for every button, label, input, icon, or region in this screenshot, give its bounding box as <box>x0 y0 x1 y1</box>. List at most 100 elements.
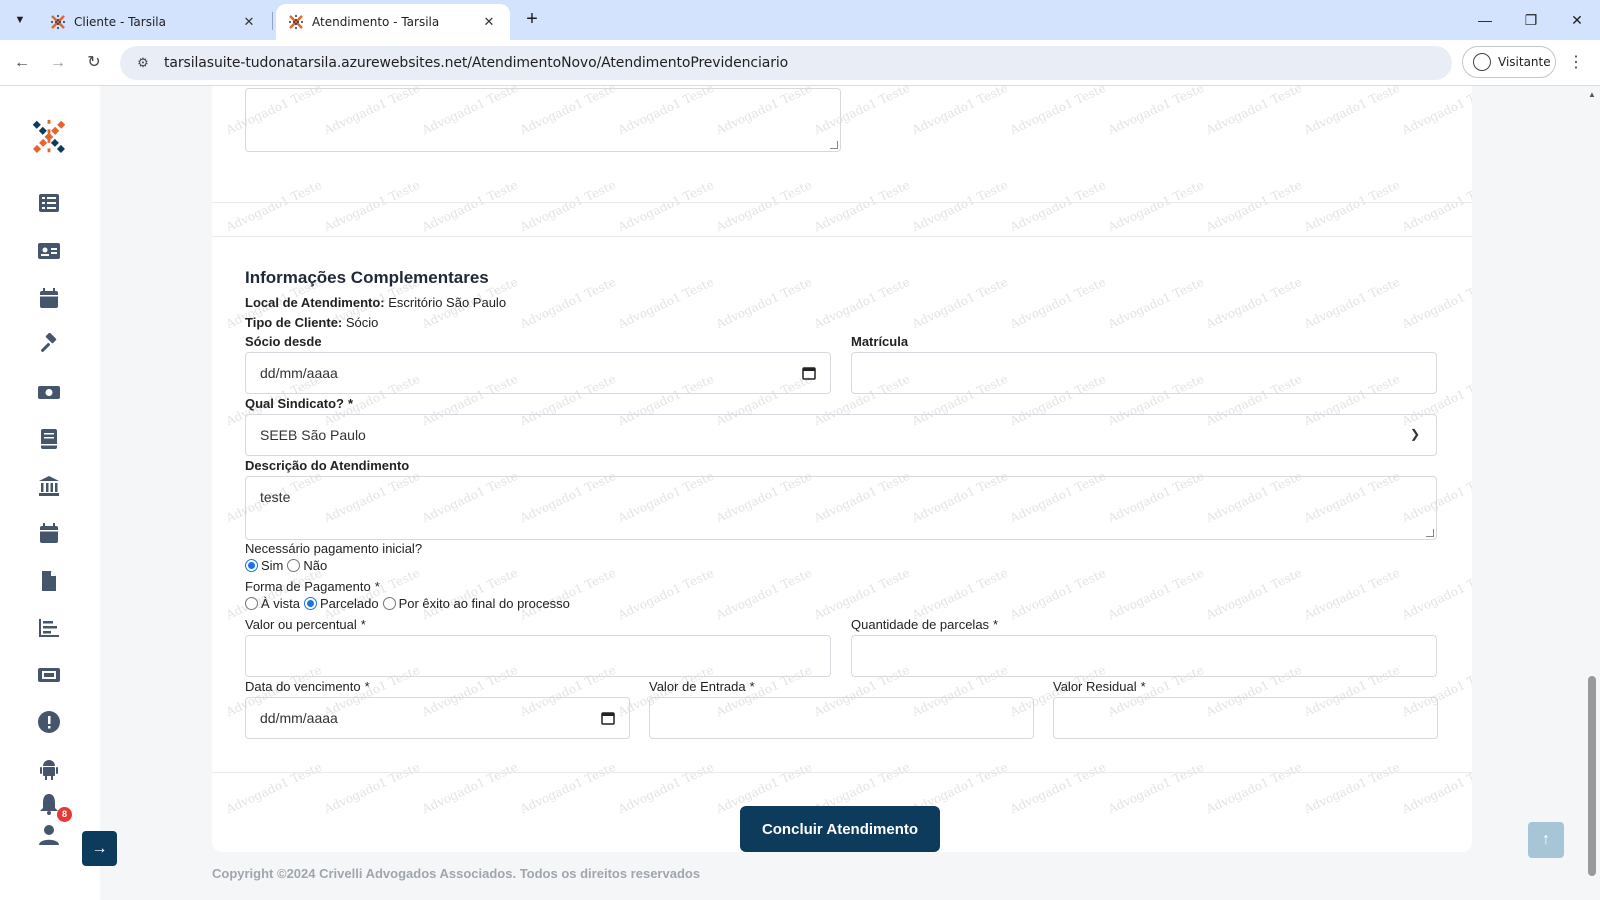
entrada-label: Valor de Entrada * <box>649 679 755 694</box>
watermark-text: Advogado1 Teste <box>1399 759 1472 817</box>
scroll-up-icon[interactable]: ▲ <box>1588 90 1596 99</box>
reload-icon[interactable]: ↻ <box>80 49 108 77</box>
close-tab-icon[interactable]: ✕ <box>240 15 258 30</box>
tab-title: Atendimento - Tarsila <box>312 15 440 29</box>
profile-button[interactable]: Visitante <box>1462 46 1556 78</box>
watermark-text: Advogado1 Teste <box>713 177 814 235</box>
new-tab-icon[interactable]: + <box>520 8 544 32</box>
alert-icon[interactable] <box>36 709 62 735</box>
tab-cliente[interactable]: Cliente - Tarsila ✕ <box>38 4 270 40</box>
notification-badge: 8 <box>57 807 72 822</box>
watermark-text: Advogado1 Teste <box>223 565 324 623</box>
watermark-text: Advogado1 Teste <box>1007 177 1108 235</box>
close-tab-icon[interactable]: ✕ <box>480 15 498 30</box>
watermark-text: Advogado1 Teste <box>419 565 520 623</box>
minimize-icon[interactable]: — <box>1470 8 1500 32</box>
book-icon[interactable] <box>36 426 62 452</box>
browser-tab-bar: ▼ Cliente - Tarsila ✕ Atendimento - Tars… <box>0 0 1600 40</box>
forma-pagamento-options: À vista Parcelado Por êxito ao final do … <box>245 596 574 611</box>
tarsila-favicon-icon <box>51 15 65 29</box>
sindicato-select[interactable]: SEEB São Paulo ❯ <box>245 414 1437 456</box>
radio-sim[interactable] <box>245 559 258 572</box>
form-card: Advogado1 Teste Advogado1 Teste Advogado1 … <box>212 86 1472 852</box>
forward-icon[interactable]: → <box>44 49 72 77</box>
resize-grip-icon <box>830 141 838 149</box>
ticket-icon[interactable] <box>36 662 62 688</box>
watermark-text: Advogado1 Teste <box>321 565 422 623</box>
radio-sim-label[interactable]: Sim <box>261 558 283 573</box>
vencimento-label-text: Data do vencimento <box>245 679 361 694</box>
socio-desde-date-input[interactable]: dd/mm/aaaa <box>245 352 831 394</box>
watermark-text: Advogado1 Teste <box>615 274 716 332</box>
calendar-icon[interactable] <box>36 285 62 311</box>
watermark-text: Advogado1 Teste <box>909 274 1010 332</box>
back-to-top-button[interactable]: ↑ <box>1528 822 1564 858</box>
local-value: Escritório São Paulo <box>388 295 507 310</box>
watermark-text: Advogado1 Teste <box>1105 86 1206 138</box>
radio-parcelado[interactable] <box>304 597 318 610</box>
watermark-text: Advogado1 Teste <box>713 274 814 332</box>
android-icon[interactable] <box>36 756 62 782</box>
date-placeholder: dd/mm/aaaa <box>260 365 338 381</box>
tab-atendimento[interactable]: Atendimento - Tarsila ✕ <box>276 4 510 40</box>
vencimento-date-input[interactable]: dd/mm/aaaa <box>245 697 630 739</box>
required-mark: * <box>360 617 366 632</box>
required-mark: * <box>347 396 354 411</box>
back-icon[interactable]: ← <box>8 49 36 77</box>
entrada-label-text: Valor de Entrada <box>649 679 746 694</box>
tarsila-logo[interactable] <box>30 118 68 156</box>
calendar-alt-icon[interactable] <box>36 520 62 546</box>
watermark-text: Advogado1 Teste <box>1301 274 1402 332</box>
calendar-picker-icon[interactable] <box>802 366 816 380</box>
section-title: Informações Complementares <box>245 268 489 287</box>
radio-por-exito[interactable] <box>382 597 396 610</box>
concluir-atendimento-button[interactable]: Concluir Atendimento <box>740 806 940 852</box>
watermark-text: Advogado1 Teste <box>1105 274 1206 332</box>
radio-por-exito-label[interactable]: Por êxito ao final do processo <box>399 596 570 611</box>
radio-a-vista[interactable] <box>245 597 258 610</box>
expand-sidebar-button[interactable]: → <box>82 831 117 866</box>
bank-icon[interactable] <box>36 473 62 499</box>
radio-nao-label[interactable]: Não <box>303 558 327 573</box>
watermark-text: Advogado1 Teste <box>909 177 1010 235</box>
user-icon[interactable] <box>36 822 62 848</box>
list-icon[interactable] <box>36 190 62 216</box>
page-scrollbar[interactable]: ▲ <box>1584 86 1600 900</box>
money-icon[interactable] <box>36 379 62 405</box>
valor-input[interactable] <box>245 635 831 677</box>
tab-search-chevron-icon[interactable]: ▼ <box>8 8 32 32</box>
descricao-textarea[interactable]: teste <box>245 476 1437 540</box>
browser-menu-icon[interactable]: ⋮ <box>1566 49 1586 77</box>
resize-grip-icon <box>1426 529 1434 537</box>
restore-icon[interactable]: ❐ <box>1516 8 1546 32</box>
radio-parcelado-label[interactable]: Parcelado <box>320 596 379 611</box>
gavel-icon[interactable] <box>36 332 62 358</box>
tipo-value: Sócio <box>345 315 379 330</box>
file-icon[interactable] <box>36 568 62 594</box>
parcelas-input[interactable] <box>851 635 1437 677</box>
watermark-text: Advogado1 Teste <box>1399 274 1472 332</box>
matricula-input[interactable] <box>851 352 1437 394</box>
id-card-icon[interactable] <box>36 238 62 264</box>
required-mark: * <box>1140 679 1146 694</box>
chart-icon[interactable] <box>36 615 62 641</box>
site-info-icon[interactable]: ⚙ <box>128 55 158 71</box>
entrada-input[interactable] <box>649 697 1034 739</box>
residual-input[interactable] <box>1053 697 1438 739</box>
required-mark: * <box>364 679 370 694</box>
scroll-thumb[interactable] <box>1588 676 1596 876</box>
date-placeholder: dd/mm/aaaa <box>260 710 338 726</box>
radio-nao[interactable] <box>287 559 301 572</box>
watermark-text: Advogado1 Teste <box>1399 565 1472 623</box>
address-bar[interactable]: ⚙ tarsilasuite-tudonatarsila.azurewebsit… <box>120 46 1452 80</box>
tab-separator <box>272 12 273 30</box>
watermark-text: Advogado1 Teste <box>419 177 520 235</box>
close-window-icon[interactable]: ✕ <box>1562 8 1592 32</box>
pagamento-inicial-label: Necessário pagamento inicial? <box>245 541 423 556</box>
watermark-text: Advogado1 Teste <box>223 759 324 817</box>
watermark-text: Advogado1 Teste <box>1301 565 1402 623</box>
calendar-picker-icon[interactable] <box>601 711 615 725</box>
watermark-text: Advogado1 Teste <box>223 177 324 235</box>
previous-textarea[interactable] <box>245 88 841 152</box>
radio-a-vista-label[interactable]: À vista <box>261 596 300 611</box>
